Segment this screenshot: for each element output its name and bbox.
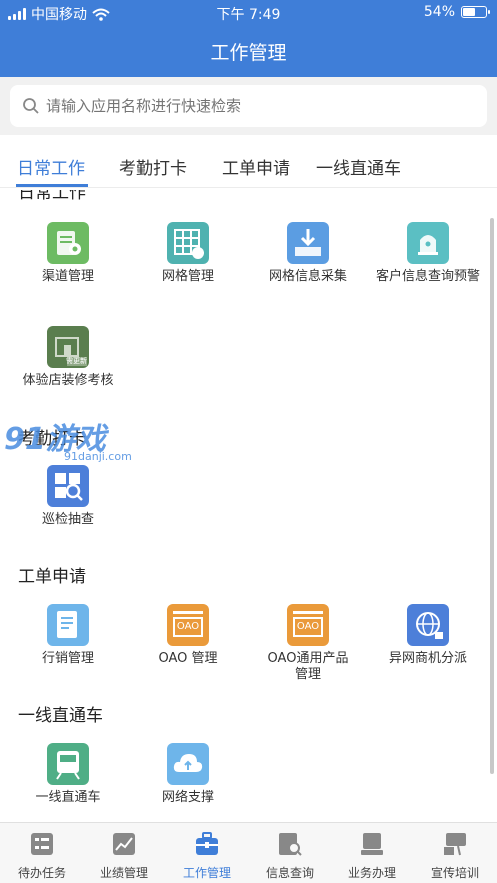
briefcase-icon — [196, 832, 218, 855]
app-list: 日常工作 渠道管理 网格管理 网格信息采集 客户信息查询预警 需更新 体验店装修… — [0, 190, 497, 822]
oao-product-icon: OAO — [287, 604, 329, 646]
app-oao-product-management[interactable]: OAO OAO通用产品管理 — [246, 604, 370, 683]
app-oao-management[interactable]: OAO OAO 管理 — [126, 604, 250, 667]
app-label: 体验店装修考核 — [22, 373, 114, 388]
channel-icon — [47, 222, 89, 264]
training-icon — [444, 833, 466, 856]
tabbar-todo[interactable]: 待办任务 — [1, 831, 83, 881]
app-label: 巡检抽查 — [41, 512, 94, 527]
app-label: 行销管理 — [41, 651, 94, 666]
globe-icon — [407, 604, 449, 646]
tabbar-label: 业务办理 — [347, 866, 396, 880]
tab-attendance[interactable]: 考勤打卡 — [119, 154, 187, 179]
app-label: 客户信息查询预警 — [375, 269, 480, 284]
oao-icon-text: OAO — [173, 617, 203, 637]
query-icon — [279, 833, 302, 856]
search-area — [0, 77, 497, 135]
app-header: 中国移动 下午 7:49 54% 工作管理 — [0, 0, 497, 77]
tab-work-order[interactable]: 工单申请 — [222, 154, 290, 179]
tabbar-training[interactable]: 宣传培训 — [414, 831, 496, 881]
doc-icon — [47, 604, 89, 646]
chart-icon — [113, 833, 135, 855]
tabbar-business[interactable]: 业务办理 — [331, 831, 413, 881]
search-box[interactable] — [10, 85, 487, 127]
inspect-icon — [47, 465, 89, 507]
active-tab-indicator — [16, 184, 88, 187]
app-label: 网格信息采集 — [268, 269, 347, 284]
section-title-daily: 日常工作 — [18, 190, 86, 203]
app-frontline-express[interactable]: 一线直通车 — [6, 743, 130, 806]
search-icon — [23, 98, 39, 114]
app-channel-management[interactable]: 渠道管理 — [6, 222, 130, 285]
app-marketing-management[interactable]: 行销管理 — [6, 604, 130, 667]
app-grid-info-collection[interactable]: 网格信息采集 — [246, 222, 370, 285]
tabbar-label: 信息查询 — [265, 866, 314, 880]
app-label: 异网商机分派 — [388, 651, 467, 666]
todo-icon — [31, 833, 53, 855]
collect-icon — [287, 222, 329, 264]
scrollbar[interactable] — [490, 218, 494, 774]
status-bar: 中国移动 下午 7:49 54% — [0, 0, 497, 26]
grid-icon — [167, 222, 209, 264]
app-label: 网格管理 — [161, 269, 214, 284]
app-store-renovation[interactable]: 需更新 体验店装修考核 — [6, 326, 130, 389]
update-badge: 需更新 — [66, 357, 87, 365]
app-label: 渠道管理 — [41, 269, 94, 284]
search-input[interactable] — [46, 97, 446, 115]
status-time: 下午 7:49 — [216, 7, 281, 23]
section-title-work-order: 工单申请 — [18, 567, 86, 587]
oao-icon: OAO — [167, 604, 209, 646]
app-inspection-check[interactable]: 巡检抽查 — [6, 465, 130, 528]
app-grid-management[interactable]: 网格管理 — [126, 222, 250, 285]
app-label: 网络支撑 — [161, 790, 214, 805]
battery-icon — [461, 6, 490, 18]
app-network-support[interactable]: 网络支撑 — [126, 743, 250, 806]
tabbar-label: 宣传培训 — [430, 866, 479, 880]
page-title: 工作管理 — [210, 42, 287, 64]
app-label: OAO通用产品管理 — [267, 651, 349, 682]
category-tabs: 日常工作 考勤打卡 工单申请 一线直通车 — [0, 140, 497, 188]
watermark-logo: 91游戏 91danji.com — [4, 414, 144, 470]
tabbar-work[interactable]: 工作管理 — [166, 831, 248, 881]
battery-percent: 54% — [423, 4, 455, 20]
oao-icon-text: OAO — [293, 617, 323, 637]
app-customer-info-warning[interactable]: 客户信息查询预警 — [366, 222, 490, 285]
tabbar-label: 待办任务 — [17, 866, 66, 880]
store-icon: 需更新 — [47, 326, 89, 368]
app-label: OAO 管理 — [158, 651, 218, 666]
watermark-url: 91danji.com — [64, 450, 132, 463]
app-other-network-dispatch[interactable]: 异网商机分派 — [366, 604, 490, 667]
tabbar-performance[interactable]: 业绩管理 — [83, 831, 165, 881]
cloud-icon — [167, 743, 209, 785]
tabbar-label: 工作管理 — [182, 866, 231, 880]
tabbar-label: 业绩管理 — [99, 866, 148, 880]
bottom-tab-bar: 待办任务 业绩管理 工作管理 信息查询 业务办理 宣传培训 — [0, 822, 497, 883]
app-label: 一线直通车 — [35, 790, 101, 805]
train-icon — [47, 743, 89, 785]
tab-daily-work[interactable]: 日常工作 — [17, 154, 85, 179]
section-title-frontline: 一线直通车 — [18, 706, 103, 726]
tabbar-info-query[interactable]: 信息查询 — [249, 831, 331, 881]
business-icon — [361, 833, 383, 855]
tab-frontline[interactable]: 一线直通车 — [316, 154, 401, 179]
customer-icon — [407, 222, 449, 264]
